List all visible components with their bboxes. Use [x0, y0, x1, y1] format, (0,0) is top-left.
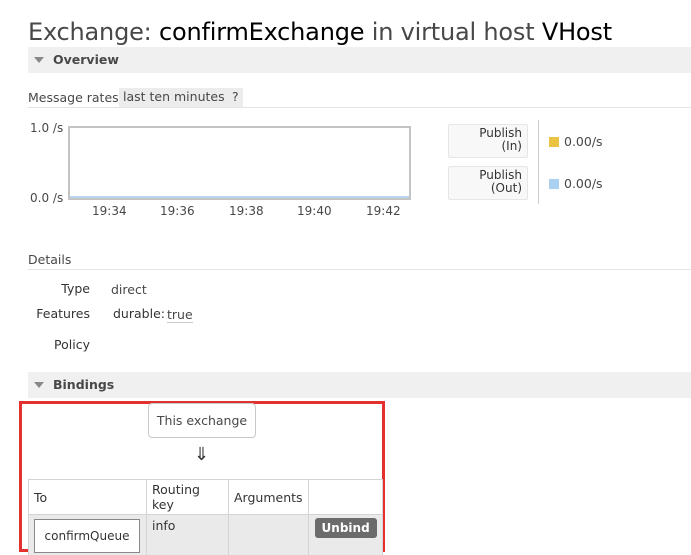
title-middle: in virtual host — [364, 18, 542, 46]
x-tick-label: 19:34 — [92, 204, 127, 218]
type-value: direct — [111, 282, 147, 297]
bindings-section-header[interactable]: Bindings — [28, 372, 691, 398]
table-row: confirmQueue info Unbind — [28, 514, 383, 555]
bindings-table: To Routing key Arguments confirmQueue in… — [28, 479, 383, 555]
y-tick-label-bottom: 0.0 /s — [30, 191, 64, 205]
message-rates-row: Message rates last ten minutes ? — [28, 88, 691, 108]
message-rates-label: Message rates — [28, 90, 119, 105]
y-tick-label-top: 1.0 /s — [30, 121, 64, 135]
queue-link[interactable]: confirmQueue — [34, 519, 140, 553]
legend-value-publish-in: 0.00/s — [564, 134, 603, 149]
durable-value: true — [167, 307, 193, 323]
column-header-routing-key: Routing key — [146, 479, 229, 515]
legend-label-line: (In) — [501, 139, 522, 153]
chart-plot-area — [68, 126, 411, 200]
column-header-arguments: Arguments — [228, 479, 309, 515]
this-exchange-box: This exchange — [148, 403, 256, 438]
exchange-name: confirmExchange — [159, 18, 365, 46]
details-heading-label: Details — [28, 252, 72, 267]
features-label: Features — [36, 306, 90, 321]
legend-publish-out-button[interactable]: Publish (Out) — [448, 166, 528, 200]
x-tick-label: 19:40 — [297, 204, 332, 218]
title-prefix: Exchange: — [28, 18, 159, 46]
help-button[interactable]: ? — [228, 88, 243, 107]
rate-range-selector[interactable]: last ten minutes — [119, 88, 229, 107]
column-header-actions — [307, 479, 383, 515]
legend-publish-in-button[interactable]: Publish (In) — [448, 124, 528, 158]
binding-to-cell: confirmQueue — [28, 514, 147, 555]
legend-divider — [538, 120, 539, 204]
overview-label: Overview — [53, 52, 119, 67]
collapse-triangle-icon — [34, 57, 44, 63]
collapse-triangle-icon — [34, 382, 44, 388]
down-arrow-icon: ⇓ — [194, 444, 210, 465]
legend-label-line: (Out) — [490, 181, 522, 195]
vhost-name: VHost — [541, 18, 612, 46]
action-cell: Unbind — [307, 514, 383, 555]
routing-key-cell: info — [146, 514, 229, 555]
unbind-button[interactable]: Unbind — [314, 518, 377, 538]
column-header-to: To — [28, 479, 147, 515]
details-heading: Details — [28, 252, 691, 270]
legend-value-publish-out: 0.00/s — [564, 176, 603, 191]
table-header-row: To Routing key Arguments — [28, 479, 383, 515]
x-tick-label: 19:38 — [229, 204, 264, 218]
policy-label: Policy — [54, 337, 90, 352]
arguments-cell — [228, 514, 309, 555]
legend-swatch-publish-out — [549, 179, 559, 189]
legend-swatch-publish-in — [549, 137, 559, 147]
bindings-label: Bindings — [53, 377, 115, 392]
page-title: Exchange: confirmExchange in virtual hos… — [28, 18, 612, 46]
x-tick-label: 19:36 — [160, 204, 195, 218]
type-label: Type — [61, 281, 90, 296]
x-tick-label: 19:42 — [366, 204, 401, 218]
series-line-publish-out — [70, 196, 409, 198]
durable-label: durable: — [113, 306, 165, 321]
overview-section-header[interactable]: Overview — [28, 47, 691, 73]
